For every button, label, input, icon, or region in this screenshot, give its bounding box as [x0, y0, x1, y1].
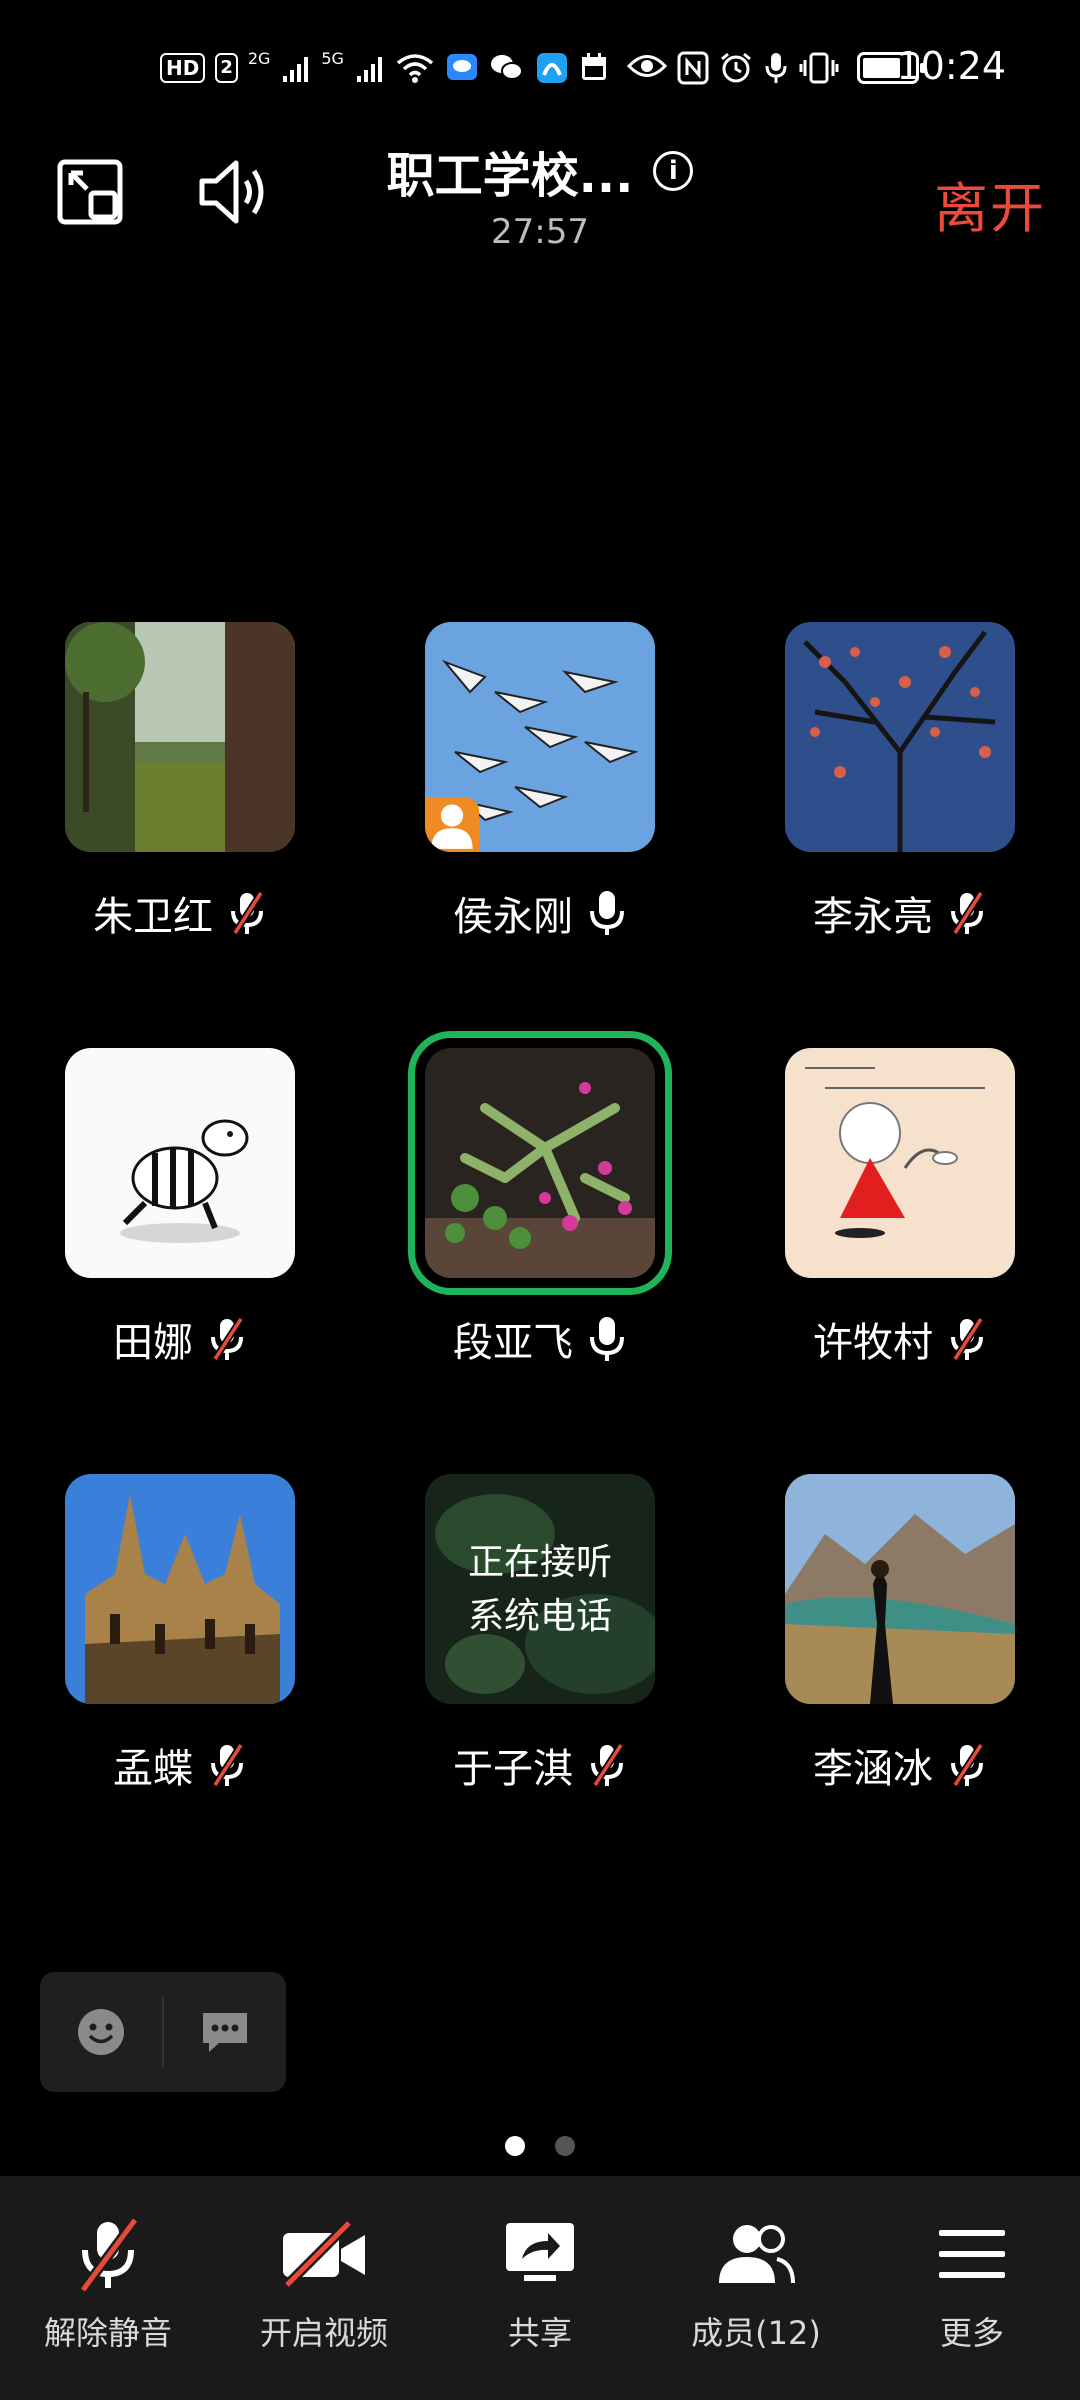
start-video-button[interactable]: 开启视频 [216, 2176, 432, 2400]
unmute-button[interactable]: 解除静音 [0, 2176, 216, 2400]
participant-avatar: 正在接听 系统电话 [425, 1474, 655, 1704]
participant-avatar [408, 1031, 672, 1295]
speaker-button[interactable] [194, 152, 274, 232]
calendar-icon [579, 51, 609, 85]
minimize-window-button[interactable] [50, 152, 130, 232]
mic-muted-icon [207, 1315, 247, 1363]
share-button[interactable]: 共享 [432, 2176, 648, 2400]
call-status-text: 正在接听 系统电话 [467, 1542, 612, 1637]
clock: 10:24 [896, 44, 1006, 88]
participant-avatar [785, 1474, 1015, 1704]
wechat-icon [489, 51, 525, 85]
emoji-button[interactable] [40, 1972, 162, 2092]
mic-muted-icon [587, 1741, 627, 1789]
vibrate-icon [799, 51, 839, 85]
participant-avatar [785, 1048, 1015, 1278]
chat-bubble-icon [203, 2013, 247, 2052]
hd-icon: HD [160, 53, 206, 83]
speaker-icon [199, 160, 264, 224]
chat-button[interactable] [164, 1972, 286, 2092]
participant-name: 许牧村 [813, 1320, 933, 1366]
mic-muted-icon [947, 1315, 987, 1363]
meeting-title: 职工学校... [386, 148, 634, 204]
mic-muted-icon [947, 1741, 987, 1789]
sim-badge: 2 [215, 53, 238, 83]
participant-avatar [785, 622, 1015, 852]
meeting-header: 职工学校... i 27:57 离开 [0, 130, 1080, 252]
page-indicator [0, 2136, 1080, 2156]
mic-on-icon [587, 1315, 627, 1363]
host-badge [425, 798, 479, 852]
emoji-icon [78, 2009, 124, 2055]
page-dot-active[interactable] [505, 2136, 525, 2156]
more-button[interactable]: 更多 [864, 2176, 1080, 2400]
mic-on-icon [587, 889, 627, 937]
alarm-icon [719, 51, 753, 85]
mic-muted-icon [207, 1741, 247, 1789]
participant-name: 侯永刚 [453, 894, 573, 940]
signal-icon: 5G [321, 51, 384, 85]
wifi-icon [395, 51, 435, 85]
camera-off-icon [279, 2214, 369, 2294]
chat-toolbar [40, 1972, 286, 2092]
info-icon[interactable]: i [653, 151, 694, 191]
mic-icon [763, 51, 789, 85]
signal-icon: 2G [248, 51, 311, 85]
picture-in-picture-icon [57, 159, 123, 225]
menu-icon [927, 2214, 1017, 2294]
page-dot[interactable] [555, 2136, 575, 2156]
status-icons: HD 2 2G 5G [160, 48, 925, 88]
chat-app-icon [445, 51, 479, 85]
host-icon [431, 804, 473, 849]
participant-name: 于子淇 [453, 1746, 573, 1792]
members-button[interactable]: 成员(12) [648, 2176, 864, 2400]
bottom-toolbar: 解除静音 开启视频 共享 成员(12) 更多 [0, 2176, 1080, 2400]
battery-level [862, 58, 901, 78]
participant-name: 段亚飞 [453, 1320, 573, 1366]
participant-name: 李永亮 [813, 894, 933, 940]
mic-muted-icon [227, 889, 267, 937]
participant-avatar [65, 622, 295, 852]
mic-muted-icon [63, 2214, 153, 2294]
status-bar: HD 2 2G 5G 10:24 [0, 0, 1080, 130]
members-icon [711, 2214, 801, 2294]
leave-button[interactable]: 离开 [934, 164, 1046, 243]
meeting-timer: 27:57 [491, 212, 589, 252]
eye-icon [626, 51, 667, 85]
participant-name: 田娜 [113, 1320, 193, 1366]
share-screen-icon [495, 2214, 585, 2294]
participant-name: 朱卫红 [93, 894, 213, 940]
participant-avatar [65, 1048, 295, 1278]
participant-avatar [425, 622, 655, 852]
participant-avatar [65, 1474, 295, 1704]
nfc-icon [677, 51, 709, 85]
mic-muted-icon [947, 889, 987, 937]
meeting-title-area[interactable]: 职工学校... i 27:57 [300, 136, 780, 252]
app-icon [535, 51, 569, 85]
participant-name: 李涵冰 [813, 1746, 933, 1792]
participant-name: 孟蝶 [113, 1746, 193, 1792]
